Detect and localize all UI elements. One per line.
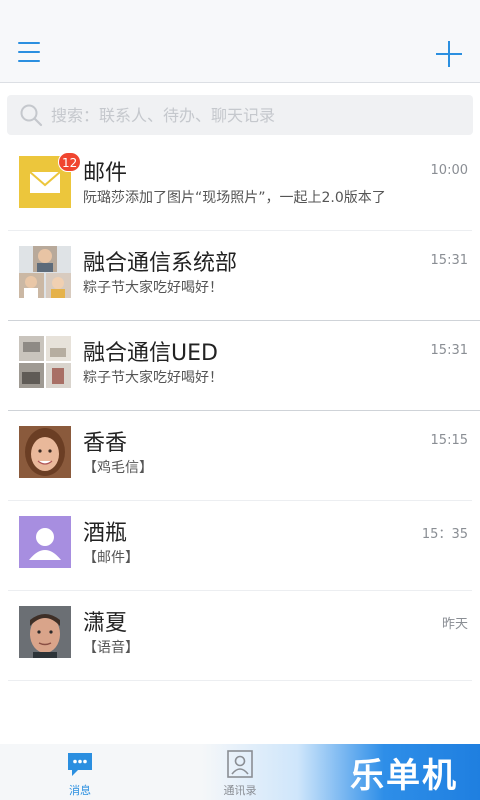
conversation-time: 15:15 bbox=[430, 433, 468, 448]
plus-icon[interactable] bbox=[436, 41, 462, 67]
conversation-item-contact[interactable]: 酒瓶 【邮件】 15：35 bbox=[0, 501, 480, 591]
conversation-preview: 粽子节大家吃好喝好！ bbox=[83, 370, 223, 386]
search-box[interactable] bbox=[7, 95, 473, 135]
chat-bubble-icon bbox=[68, 753, 92, 776]
conversation-item-group[interactable]: 融合通信系统部 粽子节大家吃好喝好！ 15:31 bbox=[0, 231, 480, 321]
conversation-item-mail[interactable]: 12 邮件 阮璐莎添加了图片“现场照片”，一起上2.0版本了 10:00 bbox=[0, 141, 480, 231]
watermark-logo: 乐单机 bbox=[350, 756, 458, 796]
search-area bbox=[0, 83, 480, 141]
top-bar bbox=[0, 0, 480, 83]
tab-label: 通讯录 bbox=[223, 784, 257, 797]
conversation-preview: 粽子节大家吃好喝好！ bbox=[83, 280, 223, 296]
divider bbox=[8, 680, 472, 681]
unread-badge: 12 bbox=[58, 152, 82, 172]
conversation-preview: 【语音】 bbox=[83, 640, 139, 656]
conversation-time: 15:31 bbox=[430, 253, 468, 268]
conversation-item-contact[interactable]: 潇夏 【语音】 昨天 bbox=[0, 591, 480, 681]
contacts-icon bbox=[227, 750, 253, 778]
conversation-item-group[interactable]: 融合通信UED 粽子节大家吃好喝好！ 15:31 bbox=[0, 321, 480, 411]
conversation-time: 15:31 bbox=[430, 343, 468, 358]
conversation-list: 12 邮件 阮璐莎添加了图片“现场照片”，一起上2.0版本了 10:00 融合通… bbox=[0, 141, 480, 681]
conversation-time: 15：35 bbox=[421, 527, 468, 542]
tab-messages[interactable]: 消息 bbox=[45, 744, 115, 800]
conversation-name: 邮件 bbox=[83, 161, 128, 186]
group-photo-collage bbox=[19, 246, 71, 298]
group-photo-collage bbox=[19, 336, 71, 388]
conversation-name: 酒瓶 bbox=[83, 521, 128, 546]
conversation-item-contact[interactable]: 香香 【鸡毛信】 15:15 bbox=[0, 411, 480, 501]
search-icon bbox=[20, 104, 43, 127]
tab-contacts[interactable]: 通讯录 bbox=[205, 744, 275, 800]
conversation-name: 潇夏 bbox=[83, 611, 128, 636]
woman-photo bbox=[19, 426, 71, 478]
tab-label: 消息 bbox=[69, 784, 91, 797]
conversation-name: 香香 bbox=[83, 431, 128, 456]
conversation-preview: 【鸡毛信】 bbox=[83, 460, 153, 476]
man-photo bbox=[19, 606, 71, 658]
conversation-name: 融合通信UED bbox=[83, 341, 218, 366]
conversation-name: 融合通信系统部 bbox=[83, 251, 238, 276]
conversation-preview: 阮璐莎添加了图片“现场照片”，一起上2.0版本了 bbox=[83, 190, 386, 206]
conversation-time: 10:00 bbox=[430, 163, 468, 178]
hamburger-menu-icon[interactable] bbox=[18, 42, 40, 62]
search-input[interactable] bbox=[51, 95, 461, 135]
default-person-icon bbox=[19, 516, 71, 568]
conversation-time: 昨天 bbox=[441, 617, 468, 632]
conversation-preview: 【邮件】 bbox=[83, 550, 139, 566]
